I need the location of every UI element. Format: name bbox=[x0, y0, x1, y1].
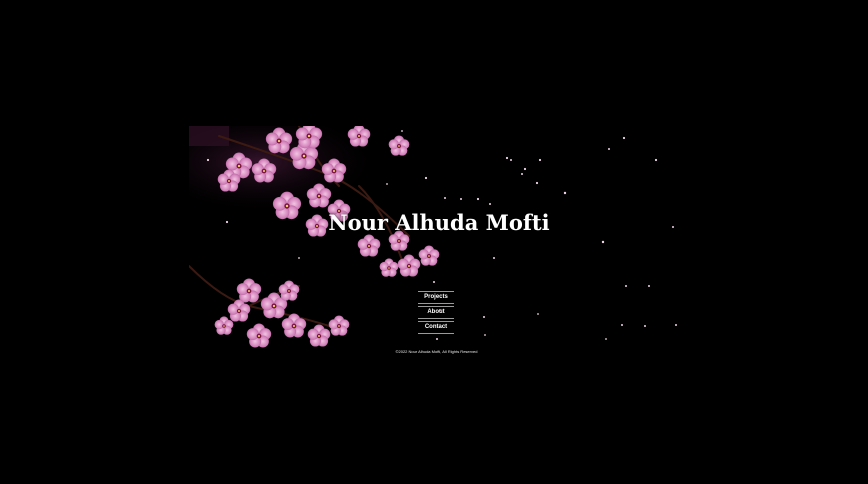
nav-link-about[interactable]: About bbox=[418, 306, 454, 319]
main-nav: Projects About Contact bbox=[418, 291, 454, 334]
site-title: Nour Alhuda Mofti bbox=[328, 210, 550, 235]
hero-section: Nour Alhuda Mofti Projects About Contact… bbox=[189, 126, 689, 358]
footer-copyright: ©2022 Nour Alhuda Mofti, All Rights Rese… bbox=[395, 349, 478, 354]
page: Nour Alhuda Mofti Projects About Contact… bbox=[0, 0, 868, 484]
nav-link-contact[interactable]: Contact bbox=[418, 321, 454, 334]
nav-link-projects[interactable]: Projects bbox=[418, 291, 454, 304]
